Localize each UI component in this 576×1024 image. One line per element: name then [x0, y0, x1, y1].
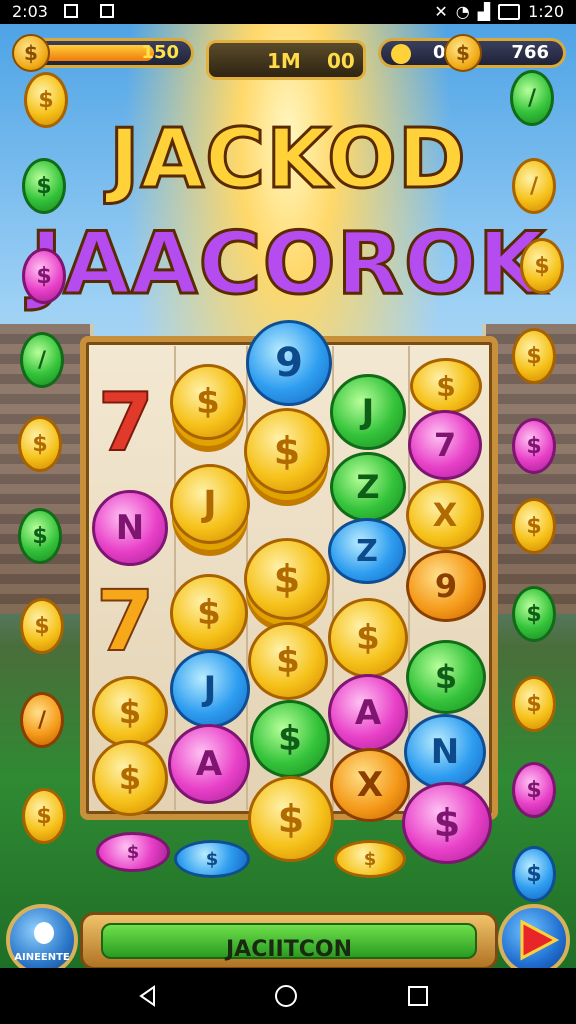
floating-coin-icon: /: [512, 158, 556, 214]
battery-icon: [498, 3, 521, 20]
coin-symbol: $: [406, 640, 486, 714]
coin-symbol: $: [410, 358, 482, 414]
level-bar: 150: [30, 38, 194, 68]
left-round-button[interactable]: AINEENTE: [6, 904, 78, 968]
floating-coin-icon: $: [512, 846, 556, 902]
coin-symbol: 7: [408, 410, 482, 480]
apple-icon: [34, 922, 54, 944]
coin-symbol: $: [334, 840, 406, 878]
dollar-coin-icon: $: [12, 34, 50, 72]
main-action-bar[interactable]: JACIITCON: [80, 912, 498, 968]
level-progress-fill: [37, 45, 154, 61]
floating-coin-icon: $: [512, 418, 556, 474]
play-icon: [520, 919, 560, 961]
coin-symbol: $: [250, 700, 330, 778]
left-button-label: AINEENTE: [14, 952, 70, 963]
signal-icon: ▟: [477, 2, 491, 21]
floating-coin-icon: /: [510, 70, 554, 126]
back-icon[interactable]: [136, 984, 160, 1008]
seven-symbol: 7: [95, 571, 155, 671]
coin-symbol: $: [170, 574, 248, 652]
recents-icon[interactable]: [406, 984, 430, 1008]
floating-coin-icon: $: [520, 238, 564, 294]
coin-symbol: J: [330, 374, 406, 450]
floating-coin-icon: $: [20, 598, 64, 654]
coin-symbol: $: [96, 832, 170, 872]
balance-coin-icon: $: [444, 34, 482, 72]
status-clock: 1:20: [528, 2, 564, 21]
coin-symbol: 9: [246, 320, 332, 406]
coin-symbol: $: [244, 538, 330, 620]
center-counter: 1M 00: [206, 40, 366, 80]
center-counter-left: 1M: [267, 49, 301, 73]
floating-coin-icon: $: [512, 498, 556, 554]
title-line-2: JAACOROK: [0, 213, 576, 316]
floating-coin-icon: $: [18, 508, 62, 564]
level-value: 150: [141, 42, 179, 63]
floating-coin-icon: $: [512, 586, 556, 642]
coin-symbol: Z: [328, 518, 406, 584]
title-line-1: JACKOD: [0, 111, 576, 209]
floating-coin-icon: $: [22, 158, 66, 214]
coin-symbol: 9: [406, 550, 486, 622]
coin-symbol: J: [170, 650, 250, 728]
coin-symbol: $: [248, 776, 334, 862]
coin-symbol: $: [92, 676, 168, 748]
notification-icon: [64, 4, 78, 18]
coin-symbol: Z: [330, 452, 406, 522]
coin-symbol: X: [406, 480, 484, 550]
center-counter-right: 00: [327, 49, 355, 73]
main-action-button[interactable]: JACIITCON: [101, 923, 477, 962]
boost-icon: [391, 44, 411, 64]
floating-coin-icon: /: [20, 332, 64, 388]
title-text-1: JACKOD: [108, 111, 468, 209]
android-nav-bar: [0, 968, 576, 1024]
floating-coin-icon: $: [24, 72, 68, 128]
coin-symbol: A: [168, 724, 250, 804]
home-icon[interactable]: [274, 984, 298, 1008]
floating-coin-icon: $: [18, 416, 62, 472]
vibrate-icon: ✕: [434, 2, 448, 21]
floating-coin-icon: $: [512, 762, 556, 818]
coin-symbol: $: [244, 408, 330, 494]
coin-symbol: $: [92, 740, 168, 816]
balance-value: 766: [511, 42, 549, 63]
coin-symbol: $: [328, 598, 408, 678]
status-bar: 2:03 ✕ ◔ ▟ 1:20: [0, 0, 576, 24]
coin-symbol: J: [170, 464, 250, 544]
floating-coin-icon: $: [22, 248, 66, 304]
coin-symbol: A: [328, 674, 408, 752]
coin-symbol: $: [248, 622, 328, 700]
title-text-2: JAACOROK: [29, 213, 546, 316]
coin-symbol: X: [330, 748, 410, 822]
game-scene: 150 $ 1M 00 0 766 $ JACKOD JAACOROK $ $ …: [0, 24, 576, 968]
status-time: 2:03: [12, 2, 48, 21]
wifi-icon: ◔: [455, 2, 470, 21]
coin-symbol: $: [170, 364, 246, 440]
play-button[interactable]: [498, 904, 570, 968]
floating-coin-icon: /: [20, 692, 64, 748]
main-action-label: JACIITCON: [226, 937, 352, 962]
top-hud: 150 $ 1M 00 0 766 $: [0, 32, 576, 80]
coin-symbol: $: [402, 782, 492, 864]
coin-symbol: $: [174, 840, 250, 878]
floating-coin-icon: $: [512, 676, 556, 732]
coin-symbol: N: [92, 490, 168, 566]
floating-coin-icon: $: [512, 328, 556, 384]
coin-symbol: N: [404, 714, 486, 790]
floating-coin-icon: $: [22, 788, 66, 844]
app-notification-icon: [100, 4, 114, 18]
seven-symbol: 7: [97, 375, 155, 470]
